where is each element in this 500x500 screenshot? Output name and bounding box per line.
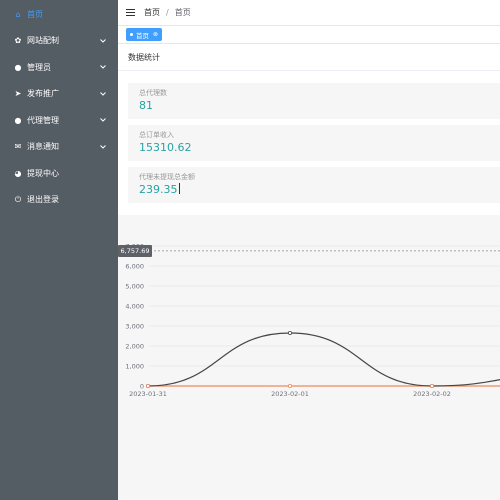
chevron-down-icon [100, 65, 106, 69]
tag-home[interactable]: 首页 ⊗ [126, 28, 163, 41]
top-bar: 首页 / 首页 [118, 0, 500, 26]
axis-pointer-label: 6,757.69 [118, 244, 152, 257]
stat-total-agents: 总代理数 81 [128, 83, 500, 119]
stat-total-income: 总订单收入 15310.62 [128, 125, 500, 161]
stat-value: 239.35 [139, 183, 180, 196]
sidebar-item-2[interactable]: ● 管理员 [0, 54, 118, 81]
user-icon: ● [14, 115, 22, 125]
gear-icon: ✿ [14, 36, 22, 46]
sidebar-item-5[interactable]: ✉ 消息通知 [0, 134, 118, 161]
main-panel: 首页 / 首页 首页 ⊗ 数据统计 总代理数 81 总订单收入 15310.62… [118, 0, 500, 500]
breadcrumb-separator: / [166, 8, 169, 17]
sidebar-item-label: 消息通知 [27, 142, 59, 152]
chevron-down-icon [100, 118, 106, 122]
content-area: 数据统计 总代理数 81 总订单收入 15310.62 代理未提现总金额 239… [118, 45, 500, 500]
breadcrumb-current: 首页 [174, 8, 191, 17]
sidebar-item-label: 提现中心 [27, 168, 59, 178]
sidebar-item-1[interactable]: ✿ 网站配制 [0, 28, 118, 55]
tags-bar: 首页 ⊗ [118, 26, 500, 44]
stat-label: 总订单收入 [139, 131, 174, 139]
tag-label: 首页 [136, 31, 149, 40]
sidebar-item-0[interactable]: ⌂ 首页 [0, 1, 118, 28]
home-icon: ⌂ [15, 9, 21, 19]
stat-value: 15310.62 [139, 141, 192, 154]
sidebar-item-4[interactable]: ● 代理管理 [0, 107, 118, 134]
sidebar-item-label: 管理员 [27, 62, 51, 72]
sidebar-item-label: 代理管理 [27, 115, 59, 125]
breadcrumb-home[interactable]: 首页 [144, 7, 160, 18]
chevron-down-icon [100, 144, 106, 149]
sidebar-item-6[interactable]: ◕ 提现中心 [0, 160, 118, 187]
sidebar: ⌂ 首页 ✿ 网站配制 ● 管理员 ➤ 发布推广 ● 代理管理 ✉ 消息通知 ◕ 提现中心 ⏻ 退出登录 [0, 0, 118, 500]
chevron-down-icon [100, 38, 106, 43]
sidebar-item-label: 首页 [27, 9, 43, 19]
wallet-icon: ◕ [14, 168, 22, 178]
chevron-down-icon [100, 91, 106, 96]
power-icon: ⏻ [14, 194, 22, 204]
sidebar-item-3[interactable]: ➤ 发布推广 [0, 81, 118, 108]
stat-value: 81 [139, 99, 153, 112]
sidebar-item-label: 退出登录 [27, 195, 59, 205]
sidebar-item-label: 网站配制 [27, 36, 59, 46]
close-icon[interactable]: ⊗ [153, 31, 158, 38]
stat-label: 代理未提现总金额 [139, 173, 195, 181]
card-title: 数据统计 [118, 45, 500, 71]
stats-card: 数据统计 总代理数 81 总订单收入 15310.62 代理未提现总金额 239… [118, 45, 500, 215]
mail-icon: ✉ [14, 142, 22, 152]
sidebar-item-label: 发布推广 [27, 89, 59, 99]
user-icon: ● [14, 62, 22, 72]
text-cursor [178, 183, 180, 194]
dot-icon [130, 33, 133, 36]
sidebar-item-7[interactable]: ⏻ 退出登录 [0, 187, 118, 214]
send-icon: ➤ [14, 89, 22, 99]
stat-unwithdrawn: 代理未提现总金额 239.35 [128, 167, 500, 203]
stat-label: 总代理数 [139, 89, 167, 97]
menu-toggle-icon[interactable] [126, 9, 135, 16]
